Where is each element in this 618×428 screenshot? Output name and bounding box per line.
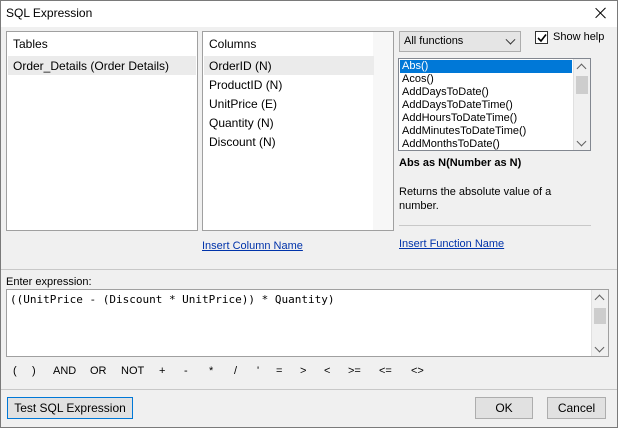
- operator-minus[interactable]: -: [184, 365, 188, 377]
- function-item[interactable]: AddMonthsToDate(): [400, 138, 500, 150]
- column-item-productid[interactable]: ProductID (N): [204, 75, 282, 94]
- column-item-unitprice[interactable]: UnitPrice (E): [204, 94, 277, 113]
- scroll-down-icon[interactable]: [576, 136, 587, 147]
- sql-expression-dialog: SQL Expression Tables Order_Details (Ord…: [0, 0, 618, 428]
- function-item[interactable]: AddMinutesToDateTime(): [400, 125, 526, 138]
- function-description: Returns the absolute value of a number.: [399, 186, 552, 212]
- function-list-scrollbar[interactable]: [573, 59, 590, 150]
- table-item[interactable]: Order_Details (Order Details): [8, 56, 196, 75]
- operator-or[interactable]: OR: [90, 365, 107, 377]
- operator-divide[interactable]: /: [234, 365, 237, 377]
- tables-header: Tables: [13, 37, 48, 51]
- column-item-discount[interactable]: Discount (N): [204, 132, 276, 151]
- function-item[interactable]: Acos(): [400, 73, 434, 86]
- function-category-value: All functions: [404, 35, 464, 47]
- insert-column-name-link[interactable]: Insert Column Name: [202, 240, 303, 252]
- function-item[interactable]: AddDaysToDateTime(): [400, 99, 513, 112]
- footer-divider: [1, 389, 617, 390]
- scroll-thumb[interactable]: [576, 76, 588, 94]
- tables-list[interactable]: Tables Order_Details (Order Details): [6, 31, 198, 231]
- scroll-up-icon[interactable]: [594, 294, 605, 305]
- operator-less[interactable]: <: [324, 365, 330, 377]
- chevron-down-icon: [505, 34, 516, 45]
- expression-scrollbar[interactable]: [591, 290, 608, 356]
- expression-text: ((UnitPrice - (Discount * UnitPrice)) * …: [10, 293, 335, 306]
- operator-not[interactable]: NOT: [121, 365, 144, 377]
- operator-and[interactable]: AND: [53, 365, 76, 377]
- scroll-down-icon[interactable]: [594, 342, 605, 353]
- operator-equals[interactable]: =: [276, 365, 282, 377]
- operator-plus[interactable]: +: [159, 365, 165, 377]
- show-help-checkbox[interactable]: [535, 31, 548, 44]
- close-icon[interactable]: [593, 5, 609, 21]
- operator-less-equal[interactable]: <=: [379, 365, 392, 377]
- scroll-thumb[interactable]: [594, 308, 606, 324]
- function-item[interactable]: Abs(): [400, 60, 572, 73]
- columns-header: Columns: [209, 37, 257, 51]
- operator-not-equal[interactable]: <>: [411, 365, 424, 377]
- title-bar: SQL Expression: [1, 1, 617, 27]
- operator-open-paren[interactable]: (: [13, 365, 17, 377]
- function-item[interactable]: AddHoursToDateTime(): [400, 112, 517, 125]
- insert-function-name-link[interactable]: Insert Function Name: [399, 238, 504, 250]
- operator-quote[interactable]: ': [257, 365, 259, 377]
- function-list[interactable]: Abs() Acos() AddDaysToDate() AddDaysToDa…: [398, 58, 591, 151]
- scroll-up-icon[interactable]: [576, 63, 587, 74]
- ok-button[interactable]: OK: [475, 397, 533, 419]
- expression-label: Enter expression:: [6, 276, 92, 288]
- checkmark-icon: [537, 34, 547, 43]
- operator-greater[interactable]: >: [300, 365, 306, 377]
- columns-scroll-strip: [373, 32, 393, 230]
- operator-close-paren[interactable]: ): [32, 365, 36, 377]
- function-signature: Abs as N(Number as N): [399, 157, 522, 169]
- operator-multiply[interactable]: *: [209, 365, 213, 377]
- columns-list[interactable]: Columns OrderID (N) ProductID (N) UnitPr…: [202, 31, 394, 231]
- cancel-button[interactable]: Cancel: [547, 397, 606, 419]
- column-item-orderid[interactable]: OrderID (N): [204, 56, 374, 75]
- expression-input[interactable]: ((UnitPrice - (Discount * UnitPrice)) * …: [6, 289, 609, 357]
- test-sql-expression-button[interactable]: Test SQL Expression: [7, 397, 133, 419]
- operator-greater-equal[interactable]: >=: [348, 365, 361, 377]
- column-item-quantity[interactable]: Quantity (N): [204, 113, 274, 132]
- section-divider: [1, 269, 617, 270]
- function-category-select[interactable]: All functions: [399, 31, 521, 52]
- help-separator: [399, 225, 591, 226]
- function-item[interactable]: AddDaysToDate(): [400, 86, 489, 99]
- show-help-label[interactable]: Show help: [553, 31, 604, 43]
- window-title: SQL Expression: [6, 6, 93, 20]
